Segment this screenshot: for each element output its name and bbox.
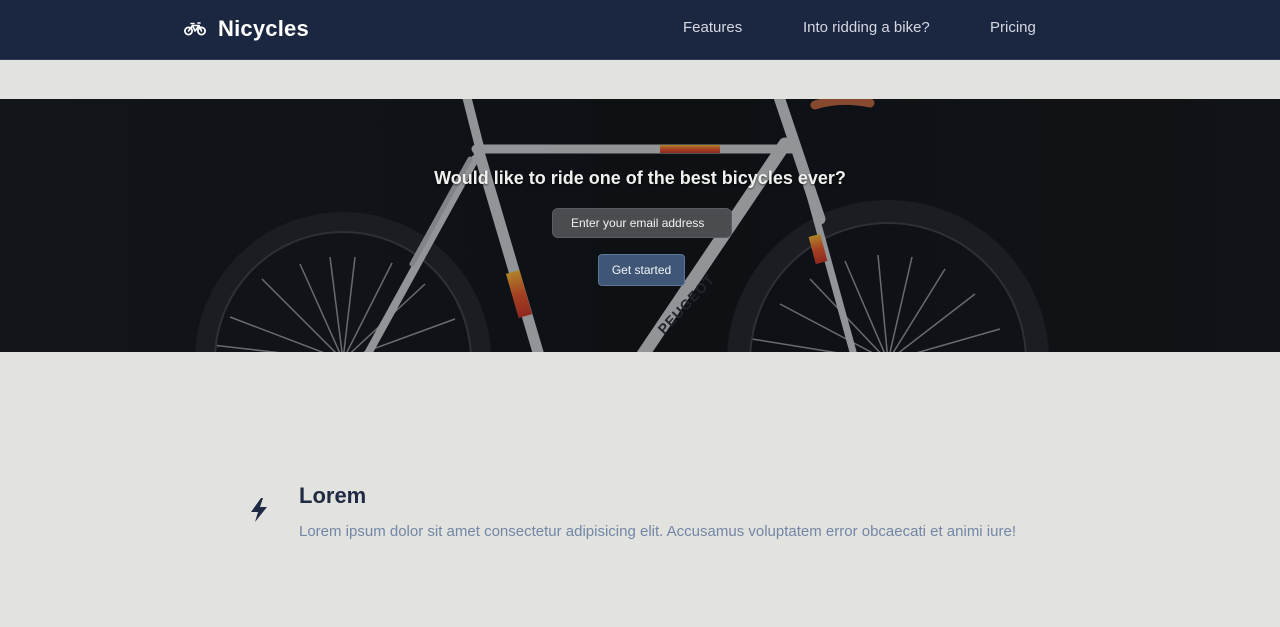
feature-title: Lorem <box>299 483 367 508</box>
hero-banner: PEUGEOT Would like to ride one of the be… <box>0 99 1280 352</box>
feature-description: Lorem ipsum dolor sit amet consectetur a… <box>299 523 1016 540</box>
email-input[interactable] <box>552 208 732 238</box>
feature-item: Lorem Lorem ipsum dolor sit amet consect… <box>248 482 1068 552</box>
nav-link-pricing[interactable]: Pricing <box>990 19 1036 36</box>
brand-logo-link[interactable]: Nicycles <box>184 14 309 44</box>
navbar: Nicycles Features Into ridding a bike? P… <box>0 0 1280 60</box>
nav-link-riding[interactable]: Into ridding a bike? <box>803 19 930 36</box>
hero-title: Would like to ride one of the best bicyc… <box>434 168 846 188</box>
brand-name: Nicycles <box>218 16 309 41</box>
nav-link-features[interactable]: Features <box>683 19 742 36</box>
lightning-bolt-icon <box>251 498 267 522</box>
get-started-button[interactable]: Get started <box>598 254 685 286</box>
bicycle-icon <box>184 22 206 36</box>
